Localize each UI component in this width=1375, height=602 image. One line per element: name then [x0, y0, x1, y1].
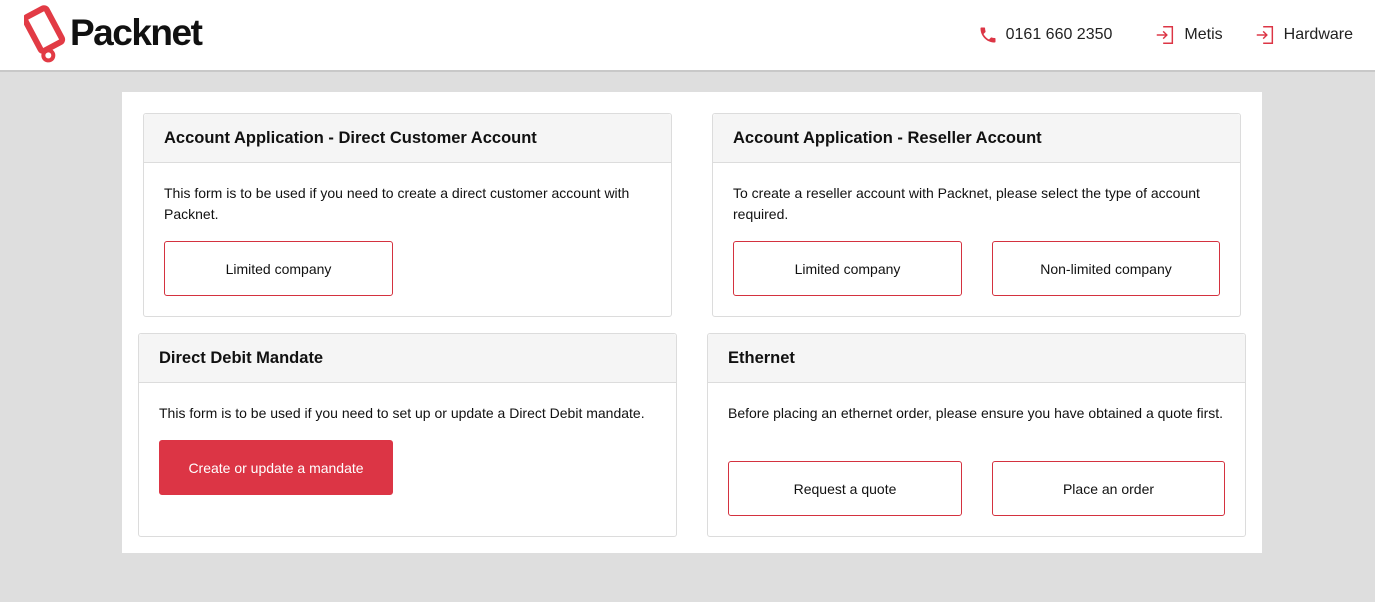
brand-name: Packnet — [70, 11, 203, 53]
nav-link-hardware[interactable]: Hardware — [1254, 24, 1353, 46]
direct-debit-mandate-panel: Direct Debit Mandate This form is to be … — [138, 333, 677, 537]
panel-description: To create a reseller account with Packne… — [733, 185, 1200, 222]
reseller-limited-company-button[interactable]: Limited company — [733, 241, 962, 296]
sign-in-icon — [1254, 24, 1276, 46]
panel-description: This form is to be used if you need to s… — [159, 405, 645, 421]
nav-link-label: Hardware — [1283, 26, 1353, 43]
phone-contact[interactable]: 0161 660 2350 — [977, 24, 1113, 46]
panel-title: Ethernet — [708, 334, 1245, 383]
place-order-button[interactable]: Place an order — [992, 461, 1225, 516]
reseller-account-panel: Account Application - Reseller Account T… — [712, 113, 1241, 317]
nav-link-label: Metis — [1184, 26, 1223, 43]
panel-description: This form is to be used if you need to c… — [164, 185, 630, 222]
site-header: Packnet 0161 660 2350 Metis Hardware — [0, 0, 1375, 72]
packnet-logo[interactable]: Packnet — [24, 4, 203, 64]
nav-link-metis[interactable]: Metis — [1154, 24, 1223, 46]
phone-number: 0161 660 2350 — [1005, 26, 1113, 43]
panel-title: Account Application - Reseller Account — [713, 114, 1240, 163]
direct-limited-company-button[interactable]: Limited company — [164, 241, 393, 296]
direct-customer-account-panel: Account Application - Direct Customer Ac… — [143, 113, 672, 317]
packnet-logo-mark-icon — [24, 5, 66, 63]
phone-icon — [977, 24, 999, 46]
sign-in-icon — [1154, 24, 1176, 46]
header-nav: 0161 660 2350 Metis Hardware — [977, 22, 1353, 48]
ethernet-panel: Ethernet Before placing an ethernet orde… — [707, 333, 1246, 537]
main-content: Account Application - Direct Customer Ac… — [122, 92, 1262, 553]
panel-title: Account Application - Direct Customer Ac… — [144, 114, 671, 163]
create-update-mandate-button[interactable]: Create or update a mandate — [159, 440, 393, 495]
reseller-non-limited-company-button[interactable]: Non-limited company — [992, 241, 1220, 296]
panel-description: Before placing an ethernet order, please… — [728, 405, 1224, 421]
panel-title: Direct Debit Mandate — [139, 334, 676, 383]
request-quote-button[interactable]: Request a quote — [728, 461, 962, 516]
